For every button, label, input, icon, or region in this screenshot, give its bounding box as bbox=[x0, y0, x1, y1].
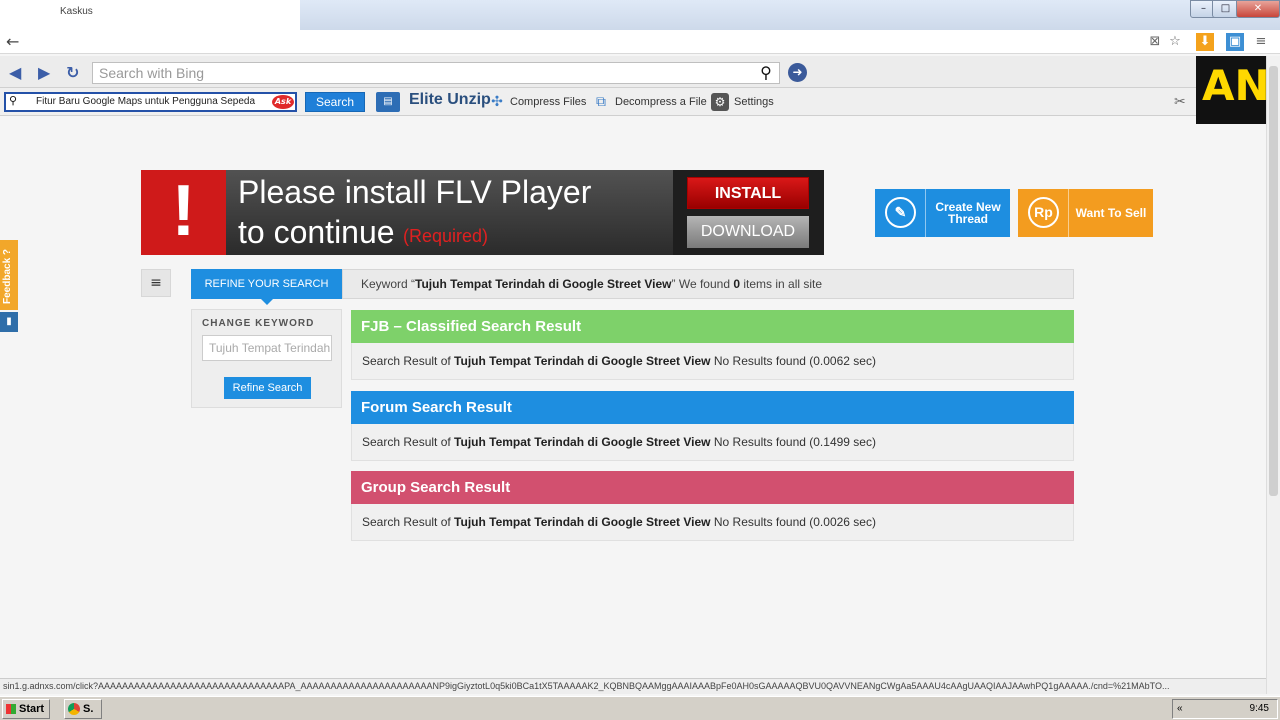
feedback-label: Feedback ? bbox=[2, 248, 13, 304]
group-result-header[interactable]: Group Search Result bbox=[351, 471, 1074, 504]
keyword-text: Tujuh Tempat Terindah di Google Street V… bbox=[415, 277, 672, 291]
close-button[interactable]: ✕ bbox=[1236, 0, 1280, 18]
elite-unzip-icon[interactable]: ▤ bbox=[376, 92, 400, 112]
keyword-summary: Keyword “Tujuh Tempat Terindah di Google… bbox=[342, 269, 1074, 299]
tab-title: Kaskus bbox=[60, 6, 93, 17]
browser-tab[interactable]: Kaskus bbox=[0, 0, 300, 30]
keyword-prefix: Keyword “ bbox=[361, 277, 416, 291]
maximize-button[interactable]: □ bbox=[1212, 0, 1239, 18]
ask-search-button[interactable]: Search bbox=[305, 92, 365, 112]
group-result-query: Tujuh Tempat Terindah di Google Street V… bbox=[454, 515, 711, 529]
keyword-mid: ” We found bbox=[671, 277, 734, 291]
tools-icon[interactable]: ✂ bbox=[1174, 94, 1186, 110]
refine-search-tab[interactable]: REFINE YOUR SEARCH bbox=[191, 269, 342, 305]
status-bar-url: sin1.g.adnxs.com/click?AAAAAAAAAAAAAAAAA… bbox=[0, 678, 1266, 694]
taskbar-chrome-item[interactable]: S. bbox=[64, 699, 102, 719]
forum-result-query: Tujuh Tempat Terindah di Google Street V… bbox=[454, 435, 711, 449]
ad-install-button[interactable]: INSTALL bbox=[687, 177, 809, 209]
ask-logo: Ask bbox=[272, 95, 294, 109]
rupiah-icon: Rp bbox=[1028, 197, 1059, 228]
download-extension-icon[interactable]: ⬇ bbox=[1196, 33, 1214, 51]
corner-ad[interactable]: AN bbox=[1196, 56, 1266, 124]
ad-required-label: (Required) bbox=[403, 226, 489, 246]
fjb-result-query: Tujuh Tempat Terindah di Google Street V… bbox=[454, 354, 711, 368]
forum-result-header[interactable]: Forum Search Result bbox=[351, 391, 1074, 424]
create-thread-label: Create New Thread bbox=[935, 200, 1001, 226]
group-result-status: No Results found (0.0026 sec) bbox=[713, 515, 876, 529]
compress-files-button[interactable]: Compress Files bbox=[510, 96, 586, 108]
fjb-result-body: Search Result of Tujuh Tempat Terindah d… bbox=[351, 343, 1074, 380]
elite-unzip-label[interactable]: Elite Unzip bbox=[409, 91, 491, 109]
decompress-file-button[interactable]: Decompress a File bbox=[615, 96, 707, 108]
menu-icon[interactable]: ≡ bbox=[1252, 33, 1270, 51]
star-icon[interactable]: ☆ bbox=[1166, 33, 1184, 51]
browser-navbar: ← ⊠ ☆ ⬇ ▣ ≡ bbox=[0, 30, 1280, 54]
tray-expand-icon[interactable]: « bbox=[1177, 700, 1183, 718]
ad-headline-line1: Please install FLV Player bbox=[238, 174, 592, 210]
settings-button[interactable]: Settings bbox=[734, 96, 774, 108]
compress-icon[interactable]: ✣ bbox=[488, 93, 506, 111]
toolbar-refresh-icon[interactable]: ↻ bbox=[66, 63, 79, 82]
change-keyword-heading: CHANGE KEYWORD bbox=[202, 318, 315, 329]
clock: 9:45 bbox=[1249, 703, 1269, 714]
taskbar: Start S. « 9:45 bbox=[0, 696, 1280, 720]
magnifier-icon: ⚲ bbox=[9, 94, 18, 107]
refine-search-button[interactable]: Refine Search bbox=[224, 377, 311, 399]
want-to-sell-label: Want To Sell bbox=[1075, 206, 1147, 220]
scrollbar-thumb[interactable] bbox=[1269, 66, 1278, 496]
ad-download-button[interactable]: DOWNLOAD bbox=[687, 216, 809, 248]
group-result-body: Search Result of Tujuh Tempat Terindah d… bbox=[351, 504, 1074, 541]
system-tray: « 9:45 bbox=[1172, 699, 1278, 719]
flv-ad-banner[interactable]: ! Please install FLV Player to continue … bbox=[141, 170, 824, 255]
fjb-result-header[interactable]: FJB – Classified Search Result bbox=[351, 310, 1074, 343]
keyword-suffix: items in all site bbox=[740, 277, 823, 291]
ad-headline-line2: to continue bbox=[238, 214, 395, 250]
pencil-icon: ✎ bbox=[885, 197, 916, 228]
taskbar-chrome-label: S. bbox=[83, 703, 94, 715]
title-bar: Kaskus – □ ✕ bbox=[0, 0, 1280, 30]
vertical-scrollbar[interactable] bbox=[1266, 56, 1280, 694]
forum-result-prefix: Search Result of bbox=[362, 435, 455, 449]
exclamation-icon: ! bbox=[141, 170, 226, 255]
feedback-icon[interactable]: ▮ bbox=[0, 312, 18, 332]
extension-icon[interactable]: ▣ bbox=[1226, 33, 1244, 51]
bing-search-input[interactable]: Search with Bing bbox=[92, 62, 780, 84]
ask-search-input[interactable]: Fitur Baru Google Maps untuk Pengguna Se… bbox=[4, 92, 297, 112]
create-thread-button[interactable]: ✎ Create New Thread bbox=[875, 189, 1010, 237]
toolbar-forward-icon[interactable]: ▶ bbox=[38, 63, 50, 82]
result-count: 0 bbox=[733, 277, 741, 291]
fjb-result-status: No Results found (0.0062 sec) bbox=[710, 354, 876, 368]
forum-result-status: No Results found (0.1499 sec) bbox=[713, 435, 876, 449]
start-button[interactable]: Start bbox=[2, 699, 50, 719]
decompress-icon[interactable]: ⧉ bbox=[592, 93, 610, 111]
page-error-icon[interactable]: ⊠ bbox=[1146, 33, 1164, 51]
forum-result-body: Search Result of Tujuh Tempat Terindah d… bbox=[351, 424, 1074, 461]
go-arrow-icon[interactable]: ➜ bbox=[788, 63, 807, 82]
feedback-tab[interactable]: Feedback ? bbox=[0, 240, 18, 310]
back-arrow-icon[interactable]: ← bbox=[6, 32, 19, 51]
search-icon[interactable]: ⚲ bbox=[755, 63, 777, 83]
rupiah-icon-wrap: Rp bbox=[1018, 189, 1069, 237]
group-result-prefix: Search Result of bbox=[362, 515, 455, 529]
hamburger-menu-icon[interactable]: ≡ bbox=[141, 269, 171, 297]
change-keyword-panel: CHANGE KEYWORD Tujuh Tempat Terindah di … bbox=[191, 309, 342, 408]
start-label: Start bbox=[19, 703, 45, 715]
windows-logo-icon bbox=[6, 704, 16, 714]
want-to-sell-button[interactable]: Rp Want To Sell bbox=[1018, 189, 1153, 237]
toolbar-back-icon[interactable]: ◀ bbox=[9, 63, 21, 82]
chrome-icon bbox=[68, 703, 80, 715]
pencil-icon-wrap: ✎ bbox=[875, 189, 926, 237]
keyword-input[interactable]: Tujuh Tempat Terindah di Google Street V… bbox=[202, 335, 332, 361]
fjb-result-prefix: Search Result of bbox=[362, 354, 455, 368]
gear-icon[interactable]: ⚙ bbox=[711, 93, 729, 111]
